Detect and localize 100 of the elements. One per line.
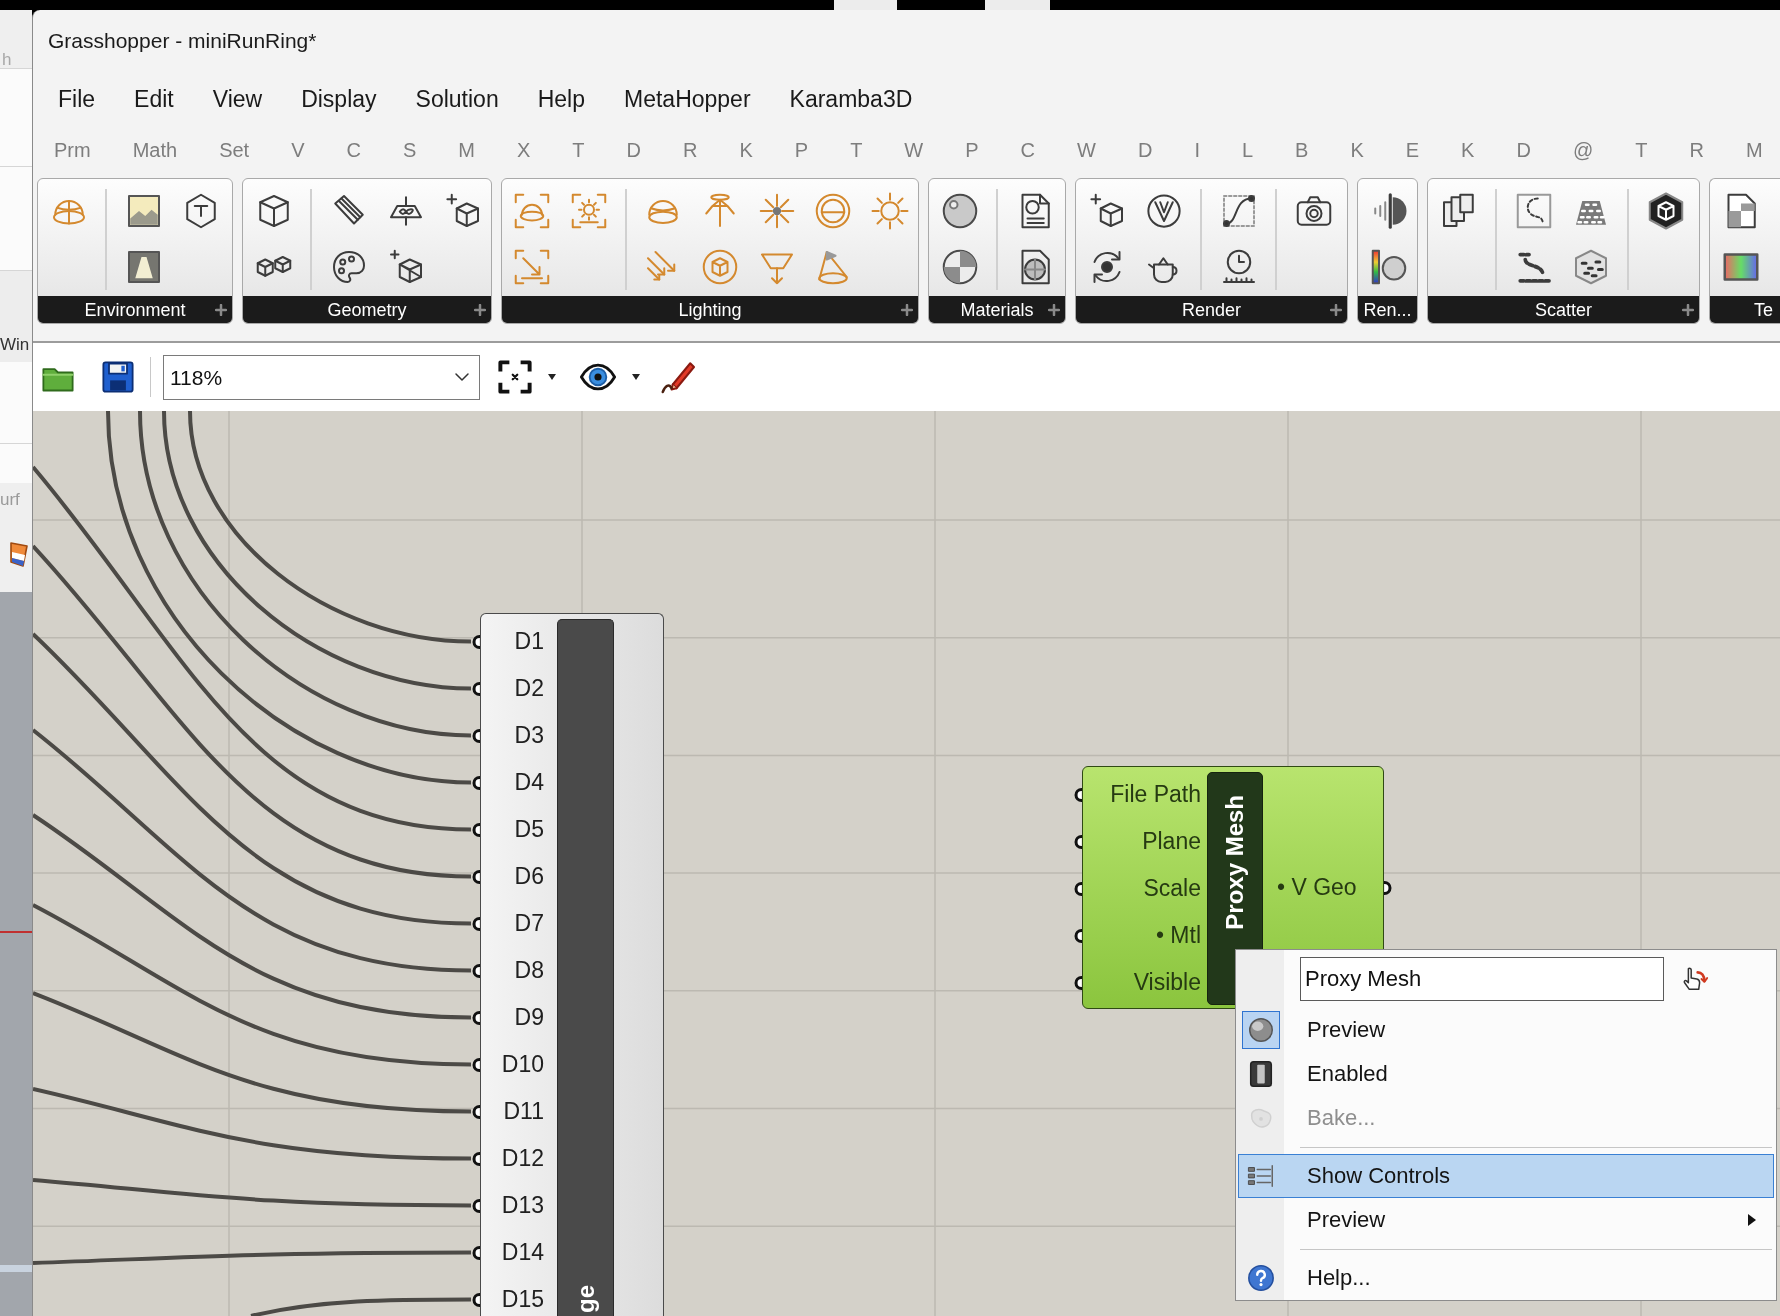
panel-title-bar[interactable]: Geometry bbox=[243, 296, 491, 323]
plus-icon[interactable] bbox=[1682, 303, 1694, 316]
grip-icon[interactable] bbox=[471, 1057, 480, 1072]
grip-icon[interactable] bbox=[1073, 881, 1082, 896]
tab[interactable]: D bbox=[605, 140, 662, 160]
grip-icon[interactable] bbox=[1073, 834, 1082, 849]
tab[interactable]: Math bbox=[111, 140, 199, 160]
tab[interactable]: C bbox=[999, 140, 1057, 160]
grip-icon[interactable] bbox=[471, 963, 480, 978]
tab[interactable]: D bbox=[1116, 140, 1174, 160]
plus-icon[interactable] bbox=[474, 303, 486, 316]
input-label: D5 bbox=[514, 818, 544, 841]
zoom-extents-icon[interactable] bbox=[497, 359, 533, 395]
panel-title-bar[interactable]: Materials bbox=[929, 296, 1065, 323]
tab[interactable]: P bbox=[773, 140, 830, 160]
menu-item[interactable]: Help... bbox=[1238, 1256, 1774, 1300]
menu-item[interactable]: MetaHopper bbox=[624, 87, 751, 111]
window-title: Grasshopper - miniRunRing* bbox=[48, 29, 317, 51]
tab[interactable]: T bbox=[551, 140, 606, 160]
grip-icon[interactable] bbox=[471, 1245, 480, 1260]
menu-item[interactable]: Show Controls bbox=[1238, 1154, 1774, 1198]
background-label: Win bbox=[0, 335, 30, 355]
menu-item[interactable]: File bbox=[58, 87, 96, 111]
tab[interactable]: I bbox=[1173, 140, 1221, 160]
menu-item[interactable]: Edit bbox=[134, 87, 174, 111]
tab[interactable]: R bbox=[662, 140, 719, 160]
save-icon[interactable] bbox=[100, 359, 136, 395]
grip-icon[interactable] bbox=[471, 869, 480, 884]
menu-item[interactable]: Preview bbox=[1238, 1198, 1774, 1242]
background-label: urf bbox=[0, 490, 20, 510]
tab[interactable]: Prm bbox=[33, 140, 112, 160]
sun-icon[interactable] bbox=[869, 191, 910, 231]
name-field[interactable]: Proxy Mesh bbox=[1300, 957, 1664, 1001]
component[interactable]: D1 D2 D3 D4 D5 D6 D7 D8 D9 D10 D11 D12 D13 D14 D15 ge bbox=[480, 613, 664, 1316]
grip-icon[interactable] bbox=[1073, 975, 1082, 990]
tab[interactable]: W bbox=[883, 140, 945, 160]
grip-icon[interactable] bbox=[1073, 928, 1082, 943]
menu-item[interactable]: Enabled bbox=[1238, 1052, 1774, 1096]
input-label: D9 bbox=[514, 1006, 544, 1029]
tab[interactable]: X bbox=[496, 140, 552, 160]
plus-icon[interactable] bbox=[215, 303, 227, 316]
panel-title-bar[interactable]: Te bbox=[1710, 296, 1780, 323]
menu-item[interactable]: Display bbox=[301, 87, 377, 111]
tab[interactable]: @ bbox=[1551, 140, 1615, 160]
tab[interactable]: S bbox=[381, 140, 438, 160]
menu-item[interactable]: Help bbox=[537, 87, 585, 111]
grip-icon[interactable] bbox=[471, 634, 480, 649]
plus-icon[interactable] bbox=[901, 303, 913, 316]
tab[interactable]: P bbox=[944, 140, 1000, 160]
panel-title-bar[interactable]: Ren... bbox=[1358, 296, 1417, 323]
plus-icon[interactable] bbox=[1048, 303, 1060, 316]
tab[interactable]: T bbox=[829, 140, 884, 160]
tab[interactable]: W bbox=[1056, 140, 1117, 160]
grip-icon[interactable] bbox=[471, 822, 480, 837]
menu-item[interactable]: View bbox=[212, 87, 263, 111]
zoom-field[interactable]: 118% bbox=[163, 354, 480, 400]
tab[interactable]: K bbox=[1329, 140, 1385, 160]
tab[interactable]: E bbox=[1384, 140, 1441, 160]
tab[interactable]: T bbox=[1614, 140, 1669, 160]
tab[interactable]: M bbox=[437, 140, 496, 160]
menu-item[interactable]: Preview bbox=[1238, 1008, 1774, 1052]
panel-title-bar[interactable]: Scatter bbox=[1428, 296, 1699, 323]
input-label: D8 bbox=[514, 959, 544, 982]
caret-down-icon[interactable] bbox=[547, 373, 557, 381]
grip-icon[interactable] bbox=[471, 681, 480, 696]
grip-icon[interactable] bbox=[471, 1151, 480, 1166]
grip-icon[interactable] bbox=[471, 775, 480, 790]
input-label: File Path bbox=[1110, 783, 1201, 806]
grip-icon[interactable] bbox=[471, 1010, 480, 1025]
tab[interactable]: C bbox=[325, 140, 382, 160]
tab[interactable]: D bbox=[1495, 140, 1552, 160]
tab[interactable]: K bbox=[718, 140, 774, 160]
grip-icon[interactable] bbox=[471, 1292, 480, 1307]
panel-title-bar[interactable]: Environment bbox=[38, 296, 232, 323]
panel-title-bar[interactable]: Lighting bbox=[502, 296, 918, 323]
menu-item[interactable]: Karamba3D bbox=[789, 87, 913, 111]
tab[interactable]: L bbox=[1220, 140, 1275, 160]
tab[interactable]: K bbox=[1440, 140, 1496, 160]
panel-label: Lighting bbox=[678, 300, 742, 319]
grip-icon[interactable] bbox=[1073, 787, 1082, 802]
tab[interactable]: V bbox=[270, 140, 326, 160]
menu-item[interactable]: Solution bbox=[415, 87, 499, 111]
tab[interactable]: B bbox=[1274, 140, 1330, 160]
panel-label: Materials bbox=[960, 300, 1034, 319]
tab[interactable]: M bbox=[1724, 140, 1780, 160]
input-label: D10 bbox=[501, 1053, 544, 1076]
tab[interactable]: Set bbox=[198, 140, 271, 160]
grip-icon[interactable] bbox=[1384, 880, 1393, 895]
caret-down-icon[interactable] bbox=[631, 373, 641, 381]
input-label: D4 bbox=[514, 771, 544, 794]
grip-icon[interactable] bbox=[471, 916, 480, 931]
tab[interactable]: R bbox=[1668, 140, 1725, 160]
panel-title-bar[interactable]: Render bbox=[1076, 296, 1347, 323]
shield-icon bbox=[8, 540, 30, 568]
panel-label: Geometry bbox=[327, 300, 407, 319]
plus-icon[interactable] bbox=[1330, 303, 1342, 316]
grip-icon[interactable] bbox=[471, 1198, 480, 1213]
grip-icon[interactable] bbox=[471, 1104, 480, 1119]
input-label: Scale bbox=[1143, 877, 1201, 900]
grip-icon[interactable] bbox=[471, 728, 480, 743]
